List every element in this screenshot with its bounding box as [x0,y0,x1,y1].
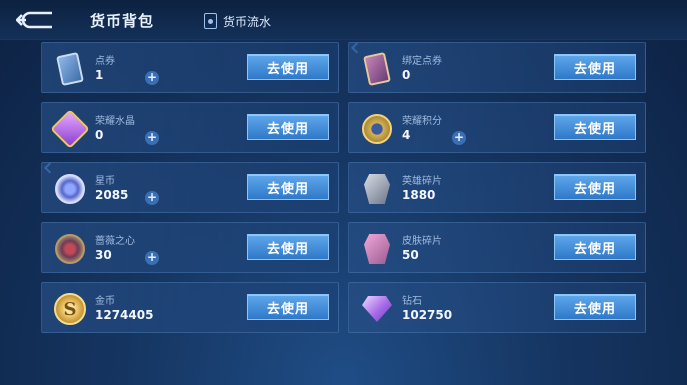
currency-value: 1274405 [95,308,154,322]
bound-ticket-icon [359,51,395,87]
currency-value: 0 [95,128,104,142]
currency-value: 4 [402,128,411,142]
use-hero-fragment-button[interactable]: 去使用 [554,174,636,200]
currency-label: 绑定点券 [402,56,442,67]
currency-label: 金币 [95,296,115,307]
use-glory-crystal-button[interactable]: 去使用 [247,114,329,140]
gold-coin-icon: S [52,291,88,327]
currency-card-hero-fragment: 英雄碎片 1880 去使用 [348,162,646,213]
currency-card-glory-points: 荣耀积分 4 + 去使用 [348,102,646,153]
currency-card-star-coin: 星币 2085 + 去使用 [41,162,339,213]
currency-value: 0 [402,68,411,82]
use-star-coin-button[interactable]: 去使用 [247,174,329,200]
use-diamond-button[interactable]: 去使用 [554,294,636,320]
currency-card-bound-ticket: 绑定点券 0 去使用 [348,42,646,93]
add-rose-heart-button[interactable]: + [145,251,159,265]
rose-heart-icon [52,231,88,267]
currency-value: 30 [95,248,112,262]
use-skin-fragment-button[interactable]: 去使用 [554,234,636,260]
currency-label: 蔷薇之心 [95,236,135,247]
add-ticket-button[interactable]: + [145,71,159,85]
currency-label: 荣耀水晶 [95,116,135,127]
hero-fragment-icon [359,171,395,207]
add-star-coin-button[interactable]: + [145,191,159,205]
currency-label: 荣耀积分 [402,116,442,127]
currency-card-gold-coin: S 金币 1274405 去使用 [41,282,339,333]
use-bound-ticket-button[interactable]: 去使用 [554,54,636,80]
top-bar: 货币背包 货币流水 [0,0,687,40]
use-rose-heart-button[interactable]: 去使用 [247,234,329,260]
currency-card-rose-heart: 蔷薇之心 30 + 去使用 [41,222,339,273]
currency-label: 皮肤碎片 [402,236,442,247]
currency-flow-label: 货币流水 [223,14,272,29]
currency-label: 英雄碎片 [402,176,442,187]
glory-crystal-icon [50,109,90,149]
currency-card-glory-crystal: 荣耀水晶 0 + 去使用 [41,102,339,153]
page-title: 货币背包 [90,12,155,30]
use-gold-coin-button[interactable]: 去使用 [247,294,329,320]
currency-card-skin-fragment: 皮肤碎片 50 去使用 [348,222,646,273]
currency-value: 102750 [402,308,453,322]
document-icon [204,13,217,29]
use-glory-points-button[interactable]: 去使用 [554,114,636,140]
currency-value: 1880 [402,188,436,202]
use-ticket-button[interactable]: 去使用 [247,54,329,80]
currency-label: 钻石 [402,296,422,307]
currency-value: 50 [402,248,419,262]
add-glory-crystal-button[interactable]: + [145,131,159,145]
ticket-icon [52,51,88,87]
diamond-icon [359,291,395,327]
currency-value: 2085 [95,188,129,202]
glory-points-icon [359,111,395,147]
currency-card-diamond: 钻石 102750 去使用 [348,282,646,333]
star-coin-icon [52,171,88,207]
currency-flow-link[interactable]: 货币流水 [204,12,271,30]
currency-label: 点券 [95,56,115,67]
currency-value: 1 [95,68,104,82]
currency-card-ticket: 点券 1 + 去使用 [41,42,339,93]
currency-label: 星币 [95,176,115,187]
skin-fragment-icon [359,231,395,267]
back-arrow-icon[interactable] [16,9,56,31]
add-glory-points-button[interactable]: + [452,131,466,145]
